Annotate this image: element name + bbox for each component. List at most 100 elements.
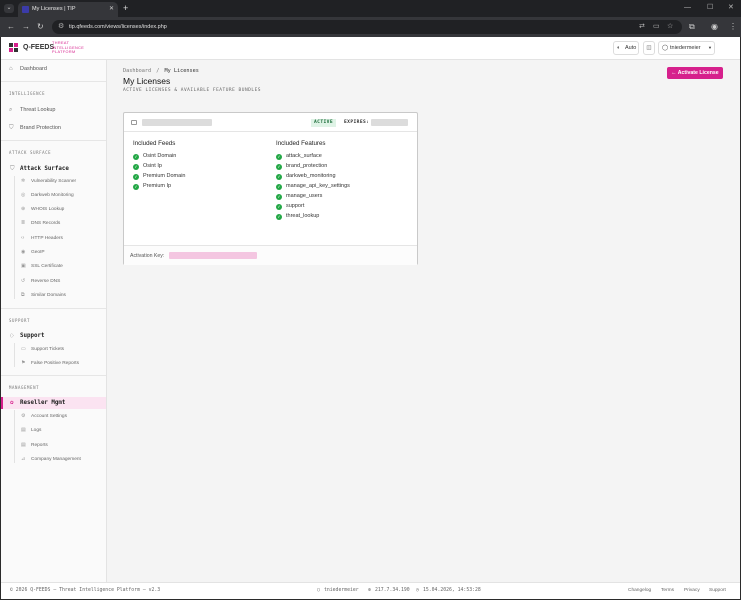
user-icon: ◯ (662, 45, 669, 51)
close-window-icon[interactable]: ✕ (728, 3, 734, 13)
browser-tab[interactable]: My Licenses | TIP ✕ (18, 2, 118, 17)
extensions-icon[interactable]: ⧉ (689, 21, 695, 33)
translate-icon[interactable]: ⇄ (639, 22, 645, 32)
license-card-footer: Activation Key: (124, 245, 417, 265)
footer-link-support[interactable]: Support (709, 583, 726, 599)
tab-close-icon[interactable]: ✕ (109, 5, 114, 13)
footer-link-privacy[interactable]: Privacy (684, 583, 700, 599)
sidebar-item-darkweb-monitoring[interactable]: ◎ Darkweb Monitoring (1, 190, 106, 201)
forward-icon[interactable]: → (22, 21, 30, 33)
sidebar-item-logs[interactable]: ▤ Logs (1, 425, 106, 436)
search-icon: ⌕ (9, 107, 13, 113)
check-icon: ✓ (133, 163, 139, 170)
maximize-icon[interactable]: ☐ (707, 3, 713, 13)
gear-icon: ✿ (10, 399, 14, 406)
eye-icon: ◎ (21, 192, 26, 198)
reload-icon[interactable]: ↻ (37, 21, 44, 33)
footer-copyright: © 2026 Q-FEEDS — Threat Intelligence Pla… (10, 588, 161, 593)
check-icon: ✓ (276, 173, 282, 180)
expiry-date-redacted (371, 119, 408, 126)
chart-icon: ⊿ (21, 456, 26, 462)
check-icon: ✓ (276, 153, 282, 160)
activation-key-redacted (169, 252, 257, 259)
check-icon: ✓ (276, 203, 282, 210)
check-icon: ✓ (133, 153, 139, 160)
pin-icon: ◉ (21, 249, 26, 255)
sidebar-item-http-headers[interactable]: ‹› HTTP Headers (1, 233, 106, 244)
section-attack-surface: ATTACK SURFACE (9, 150, 52, 155)
sidebar-item-similar-domains[interactable]: ⧉ Similar Domains (1, 290, 106, 301)
qfeeds-logo-icon (9, 43, 18, 52)
shield-icon: ⛉ (10, 165, 15, 172)
footer-link-changelog[interactable]: Changelog (628, 583, 651, 599)
page-subtitle: ACTIVE LICENSES & AVAILABLE FEATURE BUND… (123, 88, 261, 93)
included-features-title: Included Features (276, 140, 326, 147)
bookmark-star-icon[interactable]: ☆ (667, 22, 673, 32)
sidebar-item-dns-records[interactable]: ≣ DNS Records (1, 218, 106, 229)
brand-tagline: THREAT INTELLIGENCE PLATFORM (52, 41, 85, 55)
activate-license-button[interactable]: ← Activate License (667, 67, 723, 79)
lock-icon: ▣ (21, 263, 26, 269)
sidebar-item-reverse-dns[interactable]: ↺ Reverse DNS (1, 276, 106, 287)
user-menu-button[interactable]: ◯ tniedermeier ▼ (658, 41, 715, 55)
breadcrumb: Dashboard / My Licenses (123, 68, 199, 74)
ticket-icon: ▭ (21, 346, 26, 352)
sidebar-item-dashboard[interactable]: ⌂ Dashboard (1, 63, 106, 75)
included-feeds-title: Included Feeds (133, 140, 176, 147)
dashboard-icon: ⌂ (9, 66, 13, 72)
sidebar-item-account-settings[interactable]: ⚙ Account Settings (1, 411, 106, 422)
sidebar-item-false-positive-reports[interactable]: ⚑ False Positive Reports (1, 358, 106, 369)
section-support: SUPPORT (9, 318, 31, 323)
sidebar: ⌂ Dashboard INTELLIGENCE ⌕ Threat Lookup… (1, 60, 107, 582)
sidebar-item-threat-lookup[interactable]: ⌕ Threat Lookup (1, 104, 106, 116)
sidebar-item-geoip[interactable]: ◉ GeoIP (1, 247, 106, 258)
sidebar-item-support-tickets[interactable]: ▭ Support Tickets (1, 344, 106, 355)
check-icon: ✓ (276, 163, 282, 170)
sidebar-item-company-management[interactable]: ⊿ Company Management (1, 454, 106, 465)
footer-user-icon: ◯ (317, 588, 320, 593)
code-icon: ‹› (21, 235, 25, 241)
menu-icon[interactable]: ⋮ (729, 21, 737, 33)
sidebar-item-brand-protection[interactable]: ⛉ Brand Protection (1, 122, 106, 134)
footer-link-terms[interactable]: Terms (661, 583, 674, 599)
breadcrumb-dashboard[interactable]: Dashboard (123, 68, 151, 74)
sidebar-item-vulnerability-scanner[interactable]: ✲ Vulnerability Scanner (1, 176, 106, 187)
main-content: Dashboard / My Licenses My Licenses ACTI… (107, 60, 740, 582)
sidebar-group-support[interactable]: ◌ Support (1, 330, 106, 342)
theme-toggle-button[interactable]: ◐ Auto (613, 41, 639, 55)
brand-name: Q-FEEDS (23, 44, 55, 51)
license-id-redacted (142, 119, 212, 126)
theme-label: Auto (625, 45, 637, 51)
sidebar-toggle-button[interactable]: ◫ (643, 41, 655, 55)
minimize-icon[interactable]: — (684, 3, 691, 13)
contrast-icon: ◐ (617, 45, 621, 51)
tab-search-button[interactable]: ⌄ (4, 4, 14, 13)
address-bar[interactable]: ⚙ tip.qfeeds.com/views/licenses/index.ph… (52, 20, 682, 34)
footer-clock-icon: ◷ (416, 588, 419, 593)
site-info-icon[interactable]: ⚙ (58, 22, 64, 32)
section-intelligence: INTELLIGENCE (9, 91, 46, 96)
chevron-down-icon: ▼ (708, 45, 712, 50)
footer-timestamp: 15.04.2026, 14:53:28 (423, 588, 481, 593)
check-icon: ✓ (133, 173, 139, 180)
profile-icon[interactable]: ◉ (711, 21, 718, 33)
sidebar-group-attack-surface[interactable]: ⛉ Attack Surface (1, 163, 106, 175)
list-icon: ≣ (21, 220, 26, 226)
back-icon[interactable]: ← (7, 21, 15, 33)
breadcrumb-current: My Licenses (164, 68, 199, 74)
sidebar-group-reseller-mgmt[interactable]: ✿ Reseller Mgmt (1, 397, 106, 409)
expires-label: EXPIRES: (344, 120, 370, 125)
section-management: MANAGEMENT (9, 385, 40, 390)
sidebar-item-ssl-certificate[interactable]: ▣ SSL Certificate (1, 261, 106, 272)
favicon-icon (22, 6, 29, 13)
shield-icon: ⛉ (9, 125, 14, 131)
layout-icon: ◫ (646, 45, 652, 51)
new-tab-icon[interactable]: + (123, 3, 128, 13)
license-key-icon (131, 120, 137, 125)
cast-icon[interactable]: ▭ (653, 22, 660, 32)
sidebar-item-reports[interactable]: ▤ Reports (1, 440, 106, 451)
check-icon: ✓ (276, 193, 282, 200)
sidebar-item-whois-lookup[interactable]: ⊕ WHOIS Lookup (1, 204, 106, 215)
document-icon: ▤ (21, 427, 26, 433)
app-footer: © 2026 Q-FEEDS — Threat Intelligence Pla… (1, 582, 740, 599)
